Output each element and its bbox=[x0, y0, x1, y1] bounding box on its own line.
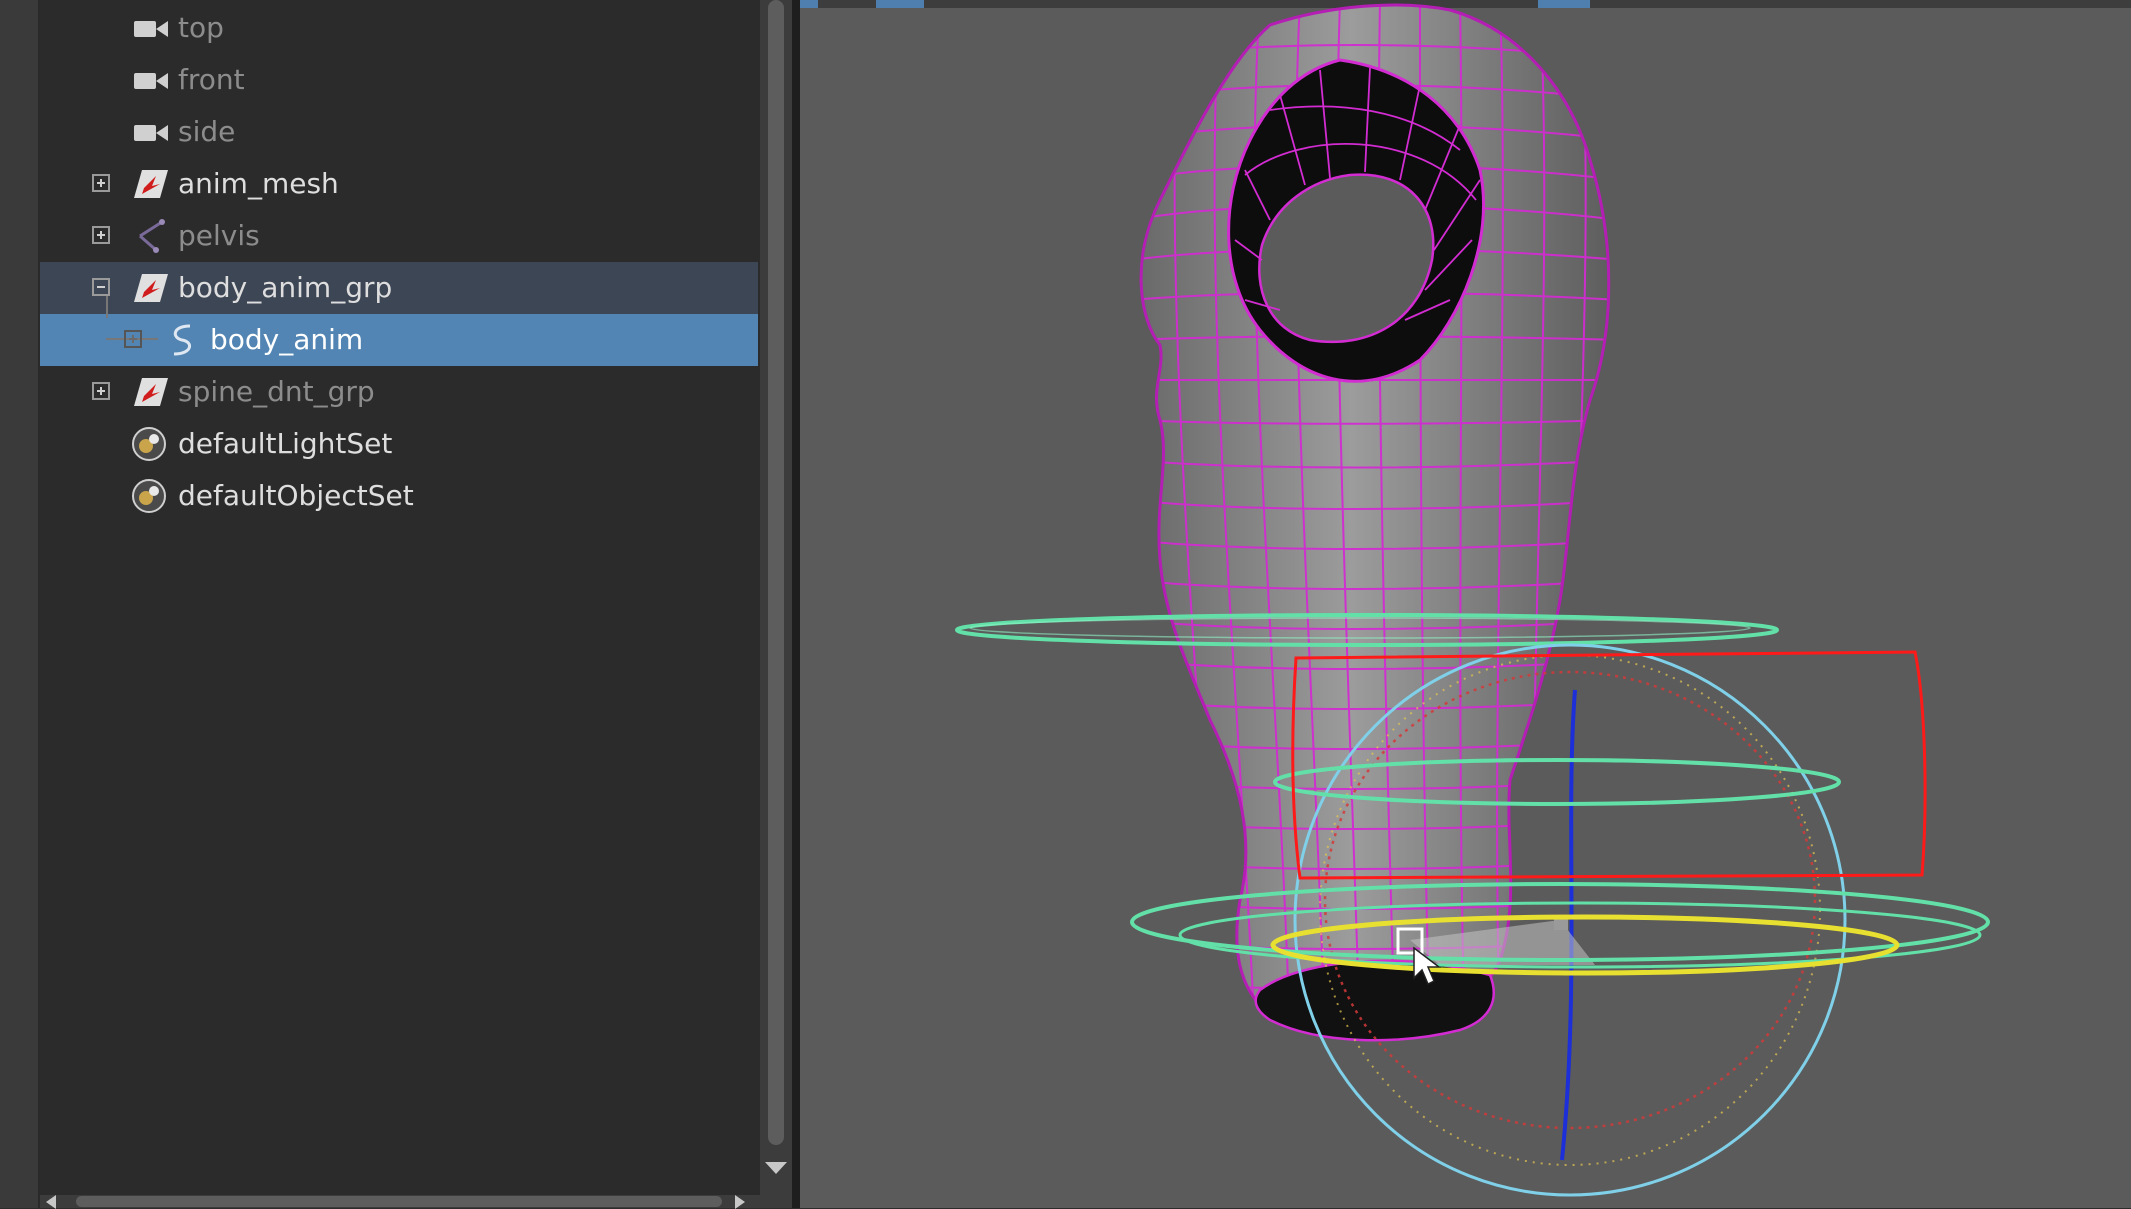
collapse-toggle[interactable] bbox=[92, 278, 110, 296]
expand-toggle[interactable] bbox=[92, 174, 110, 192]
outliner-item-label: spine_dnt_grp bbox=[178, 375, 375, 408]
camera-icon bbox=[134, 21, 168, 37]
outliner-item-label: anim_mesh bbox=[178, 167, 339, 200]
panel-splitter[interactable] bbox=[792, 0, 800, 1208]
outliner-item-top[interactable]: top bbox=[40, 2, 758, 54]
outliner-left-edge bbox=[0, 0, 40, 1208]
outliner-item-label: pelvis bbox=[178, 219, 260, 252]
outliner-item-label: defaultObjectSet bbox=[178, 479, 414, 512]
outliner-item-body-anim[interactable]: body_anim bbox=[40, 296, 758, 366]
scene-canvas[interactable] bbox=[800, 0, 2131, 1208]
scroll-left-arrow-icon[interactable] bbox=[46, 1195, 56, 1209]
scrollbar-thumb[interactable] bbox=[768, 0, 784, 1145]
outliner-vertical-scrollbar[interactable] bbox=[760, 0, 792, 1208]
camera-icon bbox=[134, 73, 168, 89]
outliner-item-front[interactable]: front bbox=[40, 54, 758, 106]
transform-group-icon bbox=[134, 274, 168, 302]
scroll-right-arrow-icon[interactable] bbox=[735, 1195, 745, 1209]
outliner-item-label: body_anim bbox=[210, 323, 364, 356]
transform-group-icon bbox=[134, 170, 168, 198]
transform-group-icon bbox=[134, 378, 168, 406]
scroll-down-arrow-icon[interactable] bbox=[765, 1162, 787, 1174]
joint-icon bbox=[139, 219, 165, 253]
scrollbar-thumb[interactable] bbox=[76, 1196, 722, 1207]
outliner-item-label: defaultLightSet bbox=[178, 427, 393, 460]
outliner-item-pelvis[interactable]: pelvis bbox=[40, 210, 758, 262]
outliner-item-side[interactable]: side bbox=[40, 106, 758, 158]
outliner-item-label: body_anim_grp bbox=[178, 271, 393, 304]
outliner-panel: top front side anim_mesh pelvis body_ani… bbox=[40, 0, 760, 1195]
outliner-item-label: top bbox=[178, 11, 224, 44]
expand-toggle[interactable] bbox=[92, 226, 110, 244]
outliner-item-spine-dnt-grp[interactable]: spine_dnt_grp bbox=[40, 366, 758, 418]
outliner-item-anim-mesh[interactable]: anim_mesh bbox=[40, 158, 758, 210]
outliner-item-default-light-set[interactable]: defaultLightSet bbox=[40, 418, 758, 470]
outliner-item-default-object-set[interactable]: defaultObjectSet bbox=[40, 470, 758, 522]
tree-connector bbox=[106, 296, 108, 318]
viewport-3d[interactable] bbox=[800, 0, 2131, 1208]
nurbs-curve-icon bbox=[173, 324, 191, 356]
object-set-icon bbox=[132, 427, 166, 461]
expand-toggle[interactable] bbox=[92, 382, 110, 400]
outliner-horizontal-scrollbar[interactable] bbox=[40, 1195, 760, 1209]
expand-toggle[interactable] bbox=[124, 330, 142, 348]
camera-icon bbox=[134, 125, 168, 141]
outliner-item-label: side bbox=[178, 115, 236, 148]
outliner-item-label: front bbox=[178, 63, 245, 96]
object-set-icon bbox=[132, 479, 166, 513]
outliner-item-body-anim-grp[interactable]: body_anim_grp bbox=[40, 262, 758, 314]
